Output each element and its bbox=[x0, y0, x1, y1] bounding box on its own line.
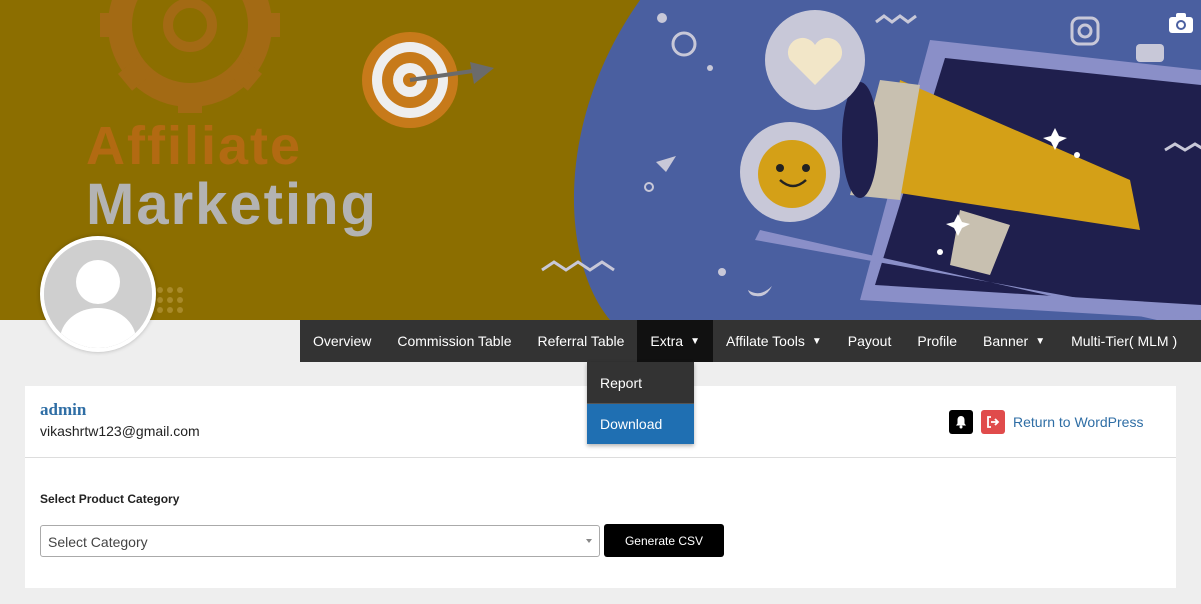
bell-icon bbox=[956, 416, 966, 429]
tab-overview[interactable]: Overview bbox=[300, 320, 384, 362]
smiley-bubble-icon bbox=[740, 122, 840, 222]
heart-bubble-icon bbox=[765, 10, 865, 110]
caret-down-icon: ▼ bbox=[1035, 335, 1046, 347]
notifications-button[interactable] bbox=[949, 410, 973, 434]
tab-label: Payout bbox=[847, 333, 892, 349]
tab-label: Multi-Tier( MLM ) bbox=[1071, 333, 1178, 349]
logout-button[interactable] bbox=[981, 410, 1005, 434]
tab-label: Banner bbox=[983, 333, 1029, 349]
tab-profile[interactable]: Profile bbox=[904, 320, 970, 362]
tab-label: Referral Table bbox=[537, 333, 625, 349]
tab-label: Commission Table bbox=[397, 333, 512, 349]
tab-commission-table[interactable]: Commission Table bbox=[384, 320, 524, 362]
category-select-value: Select Category bbox=[48, 534, 148, 550]
tab-extra[interactable]: Extra ▼ bbox=[637, 320, 713, 362]
banner-title-line2: Marketing bbox=[86, 172, 378, 237]
avatar[interactable] bbox=[40, 236, 156, 352]
category-label: Select Product Category bbox=[40, 492, 180, 506]
tab-payout[interactable]: Payout bbox=[835, 320, 905, 362]
select-arrow-icon bbox=[586, 539, 592, 543]
cover-banner: Affiliate Marketing bbox=[0, 0, 1201, 320]
tab-label: Extra bbox=[650, 333, 684, 349]
user-name: admin bbox=[40, 400, 87, 419]
caret-down-icon: ▼ bbox=[690, 335, 700, 347]
return-to-wordpress-link[interactable]: Return to WordPress bbox=[1013, 414, 1143, 430]
category-select[interactable]: Select Category bbox=[40, 525, 600, 557]
tab-multi-tier[interactable]: Multi-Tier( MLM ) bbox=[1058, 320, 1190, 362]
tab-label: Affilate Tools bbox=[725, 333, 805, 349]
extra-dropdown-menu: Report Download bbox=[587, 362, 694, 444]
caret-down-icon: ▼ bbox=[811, 335, 822, 347]
camera-icon bbox=[1169, 13, 1193, 33]
banner-title-line1: Affiliate bbox=[86, 116, 302, 176]
menu-item-report[interactable]: Report bbox=[587, 362, 694, 403]
tab-label: Overview bbox=[313, 333, 372, 349]
tab-affilate-tools[interactable]: Affilate Tools ▼ bbox=[713, 320, 835, 362]
tab-label: Profile bbox=[917, 333, 958, 349]
menu-item-download[interactable]: Download bbox=[587, 403, 694, 444]
tab-banner[interactable]: Banner ▼ bbox=[970, 320, 1058, 362]
user-silhouette-icon bbox=[44, 240, 152, 348]
profile-navbar: Overview Commission Table Referral Table… bbox=[300, 320, 1201, 362]
generate-csv-button[interactable]: Generate CSV bbox=[604, 524, 724, 557]
user-email: vikashrtw123@gmail.com bbox=[40, 423, 200, 439]
change-cover-button[interactable] bbox=[1168, 12, 1194, 34]
banner-artwork: Affiliate Marketing bbox=[0, 0, 1201, 320]
sign-out-icon bbox=[987, 416, 1000, 428]
tab-referral-table[interactable]: Referral Table bbox=[524, 320, 637, 362]
